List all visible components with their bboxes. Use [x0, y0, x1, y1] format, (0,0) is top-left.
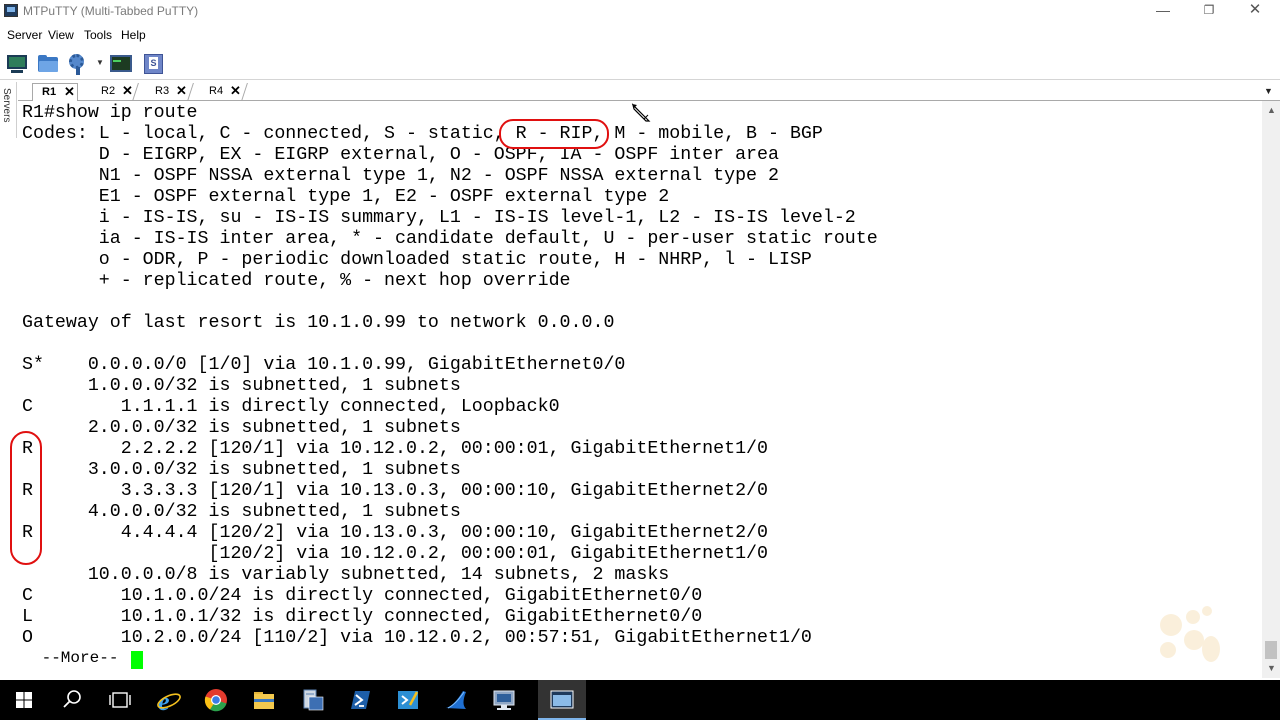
menu-bar: Server View Tools Help: [0, 24, 1280, 46]
terminal-area[interactable]: R1#show ip route Codes: L - local, C - co…: [18, 101, 1262, 678]
tab-label: R3: [155, 85, 170, 97]
chrome-icon[interactable]: [192, 680, 240, 720]
terminal-line: 3.0.0.0/32 is subnetted, 1 subnets: [22, 460, 461, 480]
tab-label: R4: [209, 85, 224, 97]
menu-help[interactable]: Help: [121, 28, 146, 42]
internet-explorer-icon[interactable]: e: [144, 680, 192, 720]
powershell-ise-icon[interactable]: [384, 680, 432, 720]
task-view-icon[interactable]: [96, 680, 144, 720]
terminal-line: R1#show ip route: [22, 103, 198, 123]
tab-label: R2: [101, 85, 116, 97]
menu-view[interactable]: View: [48, 28, 74, 42]
terminal-line: C 10.1.0.0/24 is directly connected, Gig…: [22, 586, 703, 606]
windows-start-icon[interactable]: [0, 680, 48, 720]
close-tab-icon[interactable]: ✕: [176, 83, 187, 99]
terminal-line: Gateway of last resort is 10.1.0.99 to n…: [22, 313, 615, 333]
close-tab-icon[interactable]: ✕: [64, 84, 75, 100]
terminal-line: O 10.2.0.0/24 [110/2] via 10.12.0.2, 00:…: [22, 628, 812, 648]
app-icon: [4, 4, 18, 17]
toolbar: S: [0, 48, 1280, 80]
terminal-line: R 2.2.2.2 [120/1] via 10.12.0.2, 00:00:0…: [22, 439, 768, 459]
pen-cursor-icon: [631, 103, 651, 122]
maximize-button[interactable]: ❐: [1186, 0, 1232, 22]
settings-gear-icon[interactable]: [66, 52, 90, 76]
terminal-line: + - replicated route, % - next hop overr…: [22, 271, 571, 291]
more-prompt: --More--: [32, 649, 129, 667]
server-manager-icon[interactable]: [288, 680, 336, 720]
terminal-line: C 1.1.1.1 is directly connected, Loopbac…: [22, 397, 560, 417]
terminal-line: ia - IS-IS inter area, * - candidate def…: [22, 229, 878, 249]
tab-r2[interactable]: R2 ✕: [81, 83, 139, 101]
scroll-thumb[interactable]: [1265, 641, 1277, 659]
minimize-button[interactable]: —: [1140, 0, 1186, 22]
terminal-line: S* 0.0.0.0/0 [1/0] via 10.1.0.99, Gigabi…: [22, 355, 626, 375]
file-explorer-icon[interactable]: [240, 680, 288, 720]
tab-r4[interactable]: R4 ✕: [189, 83, 248, 101]
remote-desktop-icon[interactable]: [480, 680, 528, 720]
close-tab-icon[interactable]: ✕: [122, 83, 133, 99]
title-bar: MTPuTTY (Multi-Tabbed PuTTY) — ❐ ✕: [0, 0, 1280, 23]
tab-label: R1: [42, 86, 57, 98]
mtputty-icon[interactable]: [538, 680, 586, 720]
terminal-scrollbar[interactable]: ▲ ▼: [1262, 101, 1280, 678]
tab-bar: R1 ✕ R2 ✕ R3 ✕ R4 ✕: [18, 82, 1280, 101]
terminal-line: Codes: L - local, C - connected, S - sta…: [22, 124, 823, 144]
menu-tools[interactable]: Tools: [84, 28, 112, 42]
connect-computer-icon[interactable]: [5, 52, 29, 76]
terminal-line: N1 - OSPF NSSA external type 1, N2 - OSP…: [22, 166, 779, 186]
watermark-logo: [1156, 606, 1222, 664]
menu-server[interactable]: Server: [7, 28, 42, 42]
terminal-cursor: [131, 651, 143, 669]
powershell-icon[interactable]: [336, 680, 384, 720]
window-title: MTPuTTY (Multi-Tabbed PuTTY): [23, 4, 199, 18]
scroll-up-icon[interactable]: ▲: [1267, 105, 1276, 115]
tab-r3[interactable]: R3 ✕: [135, 83, 194, 101]
terminal-line: L 10.1.0.1/32 is directly connected, Gig…: [22, 607, 703, 627]
visual-studio-code-icon[interactable]: [432, 680, 480, 720]
servers-panel-toggle[interactable]: Servers: [1, 88, 12, 122]
open-folder-icon[interactable]: [36, 52, 60, 76]
close-tab-icon[interactable]: ✕: [230, 83, 241, 99]
terminal-line: i - IS-IS, su - IS-IS summary, L1 - IS-I…: [22, 208, 856, 228]
close-button[interactable]: ✕: [1232, 0, 1278, 22]
annotation-rip-highlight: [499, 119, 609, 149]
terminal-line: E1 - OSPF external type 1, E2 - OSPF ext…: [22, 187, 670, 207]
terminal-line: [120/2] via 10.12.0.2, 00:00:01, Gigabit…: [22, 544, 768, 564]
chevron-down-icon[interactable]: ▼: [96, 58, 104, 67]
tab-list-dropdown-icon[interactable]: ▼: [1264, 86, 1273, 96]
annotation-rip-routes-highlight: [10, 431, 42, 565]
terminal-line: D - EIGRP, EX - EIGRP external, O - OSPF…: [22, 145, 779, 165]
tab-r1[interactable]: R1 ✕: [32, 83, 78, 101]
terminal-line: R 4.4.4.4 [120/2] via 10.13.0.3, 00:00:1…: [22, 523, 768, 543]
windows-taskbar: e: [0, 680, 1280, 720]
scroll-down-icon[interactable]: ▼: [1267, 663, 1276, 673]
terminal-output: R1#show ip route Codes: L - local, C - co…: [22, 103, 878, 649]
terminal-line: 10.0.0.0/8 is variably subnetted, 14 sub…: [22, 565, 670, 585]
terminal-line: 1.0.0.0/32 is subnetted, 1 subnets: [22, 376, 461, 396]
script-icon[interactable]: S: [141, 52, 165, 76]
putty-console-icon[interactable]: [109, 52, 133, 76]
search-icon[interactable]: [48, 680, 96, 720]
terminal-line: 4.0.0.0/32 is subnetted, 1 subnets: [22, 502, 461, 522]
terminal-line: R 3.3.3.3 [120/1] via 10.13.0.3, 00:00:1…: [22, 481, 768, 501]
terminal-line: o - ODR, P - periodic downloaded static …: [22, 250, 812, 270]
terminal-line: 2.0.0.0/32 is subnetted, 1 subnets: [22, 418, 461, 438]
